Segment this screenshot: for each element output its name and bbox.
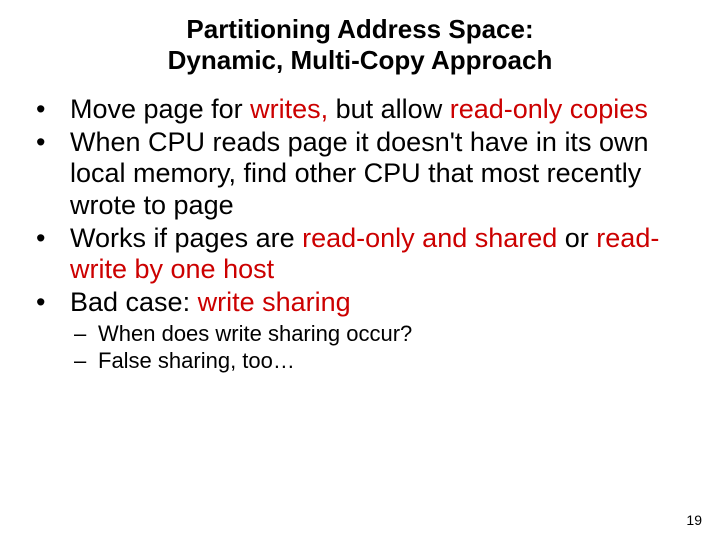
- bullet-2: When CPU reads page it doesn't have in i…: [28, 127, 690, 220]
- slide-content: Move page for writes, but allow read-onl…: [0, 94, 720, 374]
- bullet-4-text-a: Bad case:: [70, 287, 198, 317]
- bullet-3: Works if pages are read-only and shared …: [28, 223, 690, 285]
- bullet-3-text-c: or: [557, 223, 596, 253]
- title-line-1: Partitioning Address Space:: [186, 14, 533, 44]
- page-number: 19: [686, 512, 702, 528]
- slide-title: Partitioning Address Space: Dynamic, Mul…: [0, 0, 720, 94]
- bullet-list: Move page for writes, but allow read-onl…: [28, 94, 690, 317]
- bullet-1-writes: writes,: [250, 94, 328, 124]
- title-line-2: Dynamic, Multi-Copy Approach: [168, 45, 553, 75]
- bullet-1: Move page for writes, but allow read-onl…: [28, 94, 690, 125]
- sub-bullet-list: When does write sharing occur? False sha…: [28, 320, 690, 375]
- bullet-3-text-a: Works if pages are: [70, 223, 302, 253]
- sub-bullet-2-text: False sharing, too…: [98, 348, 295, 373]
- bullet-2-text: When CPU reads page it doesn't have in i…: [70, 127, 648, 219]
- bullet-1-text-a: Move page for: [70, 94, 250, 124]
- bullet-4: Bad case: write sharing: [28, 287, 690, 318]
- bullet-3-readonly-shared: read-only and shared: [302, 223, 557, 253]
- bullet-1-readonly: read-only copies: [450, 94, 648, 124]
- bullet-4-write-sharing: write sharing: [198, 287, 351, 317]
- slide: Partitioning Address Space: Dynamic, Mul…: [0, 0, 720, 540]
- sub-bullet-2: False sharing, too…: [70, 347, 690, 375]
- bullet-1-text-c: but allow: [328, 94, 450, 124]
- sub-bullet-1-text: When does write sharing occur?: [98, 321, 412, 346]
- sub-bullet-1: When does write sharing occur?: [70, 320, 690, 348]
